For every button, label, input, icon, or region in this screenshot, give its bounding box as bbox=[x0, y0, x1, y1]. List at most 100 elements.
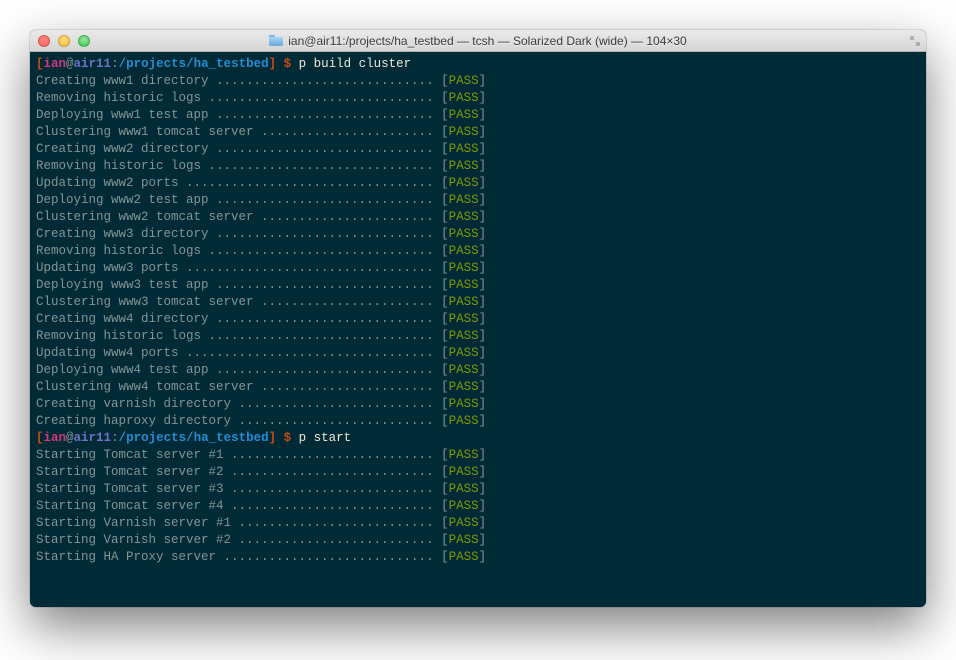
status-text: PASS bbox=[449, 363, 479, 377]
status-bracket-open: [ bbox=[441, 193, 449, 207]
status-text: PASS bbox=[449, 159, 479, 173]
status-bracket-open: [ bbox=[441, 329, 449, 343]
close-button[interactable] bbox=[38, 35, 50, 47]
task-text: Deploying www2 test app ................… bbox=[36, 193, 441, 207]
traffic-lights bbox=[38, 35, 90, 47]
status-bracket-open: [ bbox=[441, 108, 449, 122]
status-text: PASS bbox=[449, 516, 479, 530]
status-bracket-open: [ bbox=[441, 414, 449, 428]
status-text: PASS bbox=[449, 193, 479, 207]
status-bracket-open: [ bbox=[441, 210, 449, 224]
status-text: PASS bbox=[449, 74, 479, 88]
output-line: Deploying www4 test app ................… bbox=[36, 362, 920, 379]
output-line: Clustering www3 tomcat server ..........… bbox=[36, 294, 920, 311]
output-line: Starting Varnish server #2 .............… bbox=[36, 532, 920, 549]
status-bracket-open: [ bbox=[441, 278, 449, 292]
prompt-at: @ bbox=[66, 57, 74, 71]
status-bracket-open: [ bbox=[441, 550, 449, 564]
output-line: Creating varnish directory .............… bbox=[36, 396, 920, 413]
status-text: PASS bbox=[449, 346, 479, 360]
prompt-dollar: $ bbox=[276, 431, 299, 445]
status-bracket-open: [ bbox=[441, 142, 449, 156]
prompt-bracket-close: ] bbox=[269, 431, 277, 445]
output-line: Starting Tomcat server #4 ..............… bbox=[36, 498, 920, 515]
titlebar[interactable]: ian@air11:/projects/ha_testbed — tcsh — … bbox=[30, 30, 926, 52]
status-bracket-open: [ bbox=[441, 533, 449, 547]
task-text: Deploying www1 test app ................… bbox=[36, 108, 441, 122]
status-bracket-open: [ bbox=[441, 499, 449, 513]
window-title: ian@air11:/projects/ha_testbed — tcsh — … bbox=[288, 34, 686, 48]
prompt-colon: : bbox=[111, 57, 119, 71]
task-text: Creating www4 directory ................… bbox=[36, 312, 441, 326]
status-bracket-open: [ bbox=[441, 346, 449, 360]
command-text: p start bbox=[299, 431, 352, 445]
task-text: Clustering www1 tomcat server ..........… bbox=[36, 125, 441, 139]
status-bracket-open: [ bbox=[441, 261, 449, 275]
output-line: Clustering www1 tomcat server ..........… bbox=[36, 124, 920, 141]
status-bracket-open: [ bbox=[441, 380, 449, 394]
output-line: Starting Tomcat server #1 ..............… bbox=[36, 447, 920, 464]
task-text: Starting HA Proxy server ...............… bbox=[36, 550, 441, 564]
status-bracket-close: ] bbox=[479, 278, 487, 292]
status-text: PASS bbox=[449, 227, 479, 241]
task-text: Creating varnish directory .............… bbox=[36, 397, 441, 411]
status-bracket-close: ] bbox=[479, 227, 487, 241]
status-bracket-open: [ bbox=[441, 176, 449, 190]
status-bracket-open: [ bbox=[441, 159, 449, 173]
status-bracket-close: ] bbox=[479, 414, 487, 428]
status-bracket-open: [ bbox=[441, 227, 449, 241]
status-text: PASS bbox=[449, 397, 479, 411]
zoom-button[interactable] bbox=[78, 35, 90, 47]
task-text: Creating www1 directory ................… bbox=[36, 74, 441, 88]
output-line: Creating www3 directory ................… bbox=[36, 226, 920, 243]
status-bracket-close: ] bbox=[479, 397, 487, 411]
status-text: PASS bbox=[449, 465, 479, 479]
minimize-button[interactable] bbox=[58, 35, 70, 47]
terminal-window: ian@air11:/projects/ha_testbed — tcsh — … bbox=[30, 30, 926, 607]
status-text: PASS bbox=[449, 533, 479, 547]
status-text: PASS bbox=[449, 312, 479, 326]
output-line: Starting Tomcat server #3 ..............… bbox=[36, 481, 920, 498]
folder-icon bbox=[269, 35, 283, 46]
prompt-host: air11 bbox=[74, 431, 112, 445]
output-line: Creating haproxy directory .............… bbox=[36, 413, 920, 430]
task-text: Starting Tomcat server #2 ..............… bbox=[36, 465, 441, 479]
status-text: PASS bbox=[449, 329, 479, 343]
status-bracket-open: [ bbox=[441, 465, 449, 479]
status-bracket-close: ] bbox=[479, 142, 487, 156]
status-bracket-open: [ bbox=[441, 74, 449, 88]
status-bracket-close: ] bbox=[479, 91, 487, 105]
status-bracket-close: ] bbox=[479, 312, 487, 326]
prompt-path: /projects/ha_testbed bbox=[119, 431, 269, 445]
status-bracket-close: ] bbox=[479, 125, 487, 139]
task-text: Creating www2 directory ................… bbox=[36, 142, 441, 156]
prompt-at: @ bbox=[66, 431, 74, 445]
prompt-colon: : bbox=[111, 431, 119, 445]
output-line: Deploying www1 test app ................… bbox=[36, 107, 920, 124]
terminal-body[interactable]: [ian@air11:/projects/ha_testbed] $ p bui… bbox=[30, 52, 926, 607]
expand-icon[interactable] bbox=[910, 36, 920, 46]
output-line: Deploying www3 test app ................… bbox=[36, 277, 920, 294]
status-bracket-close: ] bbox=[479, 108, 487, 122]
task-text: Starting Tomcat server #1 ..............… bbox=[36, 448, 441, 462]
status-text: PASS bbox=[449, 278, 479, 292]
prompt-line: [ian@air11:/projects/ha_testbed] $ p bui… bbox=[36, 56, 920, 73]
output-line: Starting Tomcat server #2 ..............… bbox=[36, 464, 920, 481]
output-line: Starting HA Proxy server ...............… bbox=[36, 549, 920, 566]
task-text: Clustering www2 tomcat server ..........… bbox=[36, 210, 441, 224]
status-bracket-close: ] bbox=[479, 244, 487, 258]
output-line: Removing historic logs .................… bbox=[36, 90, 920, 107]
prompt-bracket-open: [ bbox=[36, 57, 44, 71]
status-text: PASS bbox=[449, 125, 479, 139]
status-text: PASS bbox=[449, 210, 479, 224]
status-text: PASS bbox=[449, 482, 479, 496]
task-text: Deploying www4 test app ................… bbox=[36, 363, 441, 377]
task-text: Updating www2 ports ....................… bbox=[36, 176, 441, 190]
task-text: Removing historic logs .................… bbox=[36, 91, 441, 105]
status-bracket-close: ] bbox=[479, 329, 487, 343]
status-text: PASS bbox=[449, 380, 479, 394]
output-line: Deploying www2 test app ................… bbox=[36, 192, 920, 209]
status-bracket-close: ] bbox=[479, 516, 487, 530]
status-text: PASS bbox=[449, 550, 479, 564]
output-line: Clustering www2 tomcat server ..........… bbox=[36, 209, 920, 226]
